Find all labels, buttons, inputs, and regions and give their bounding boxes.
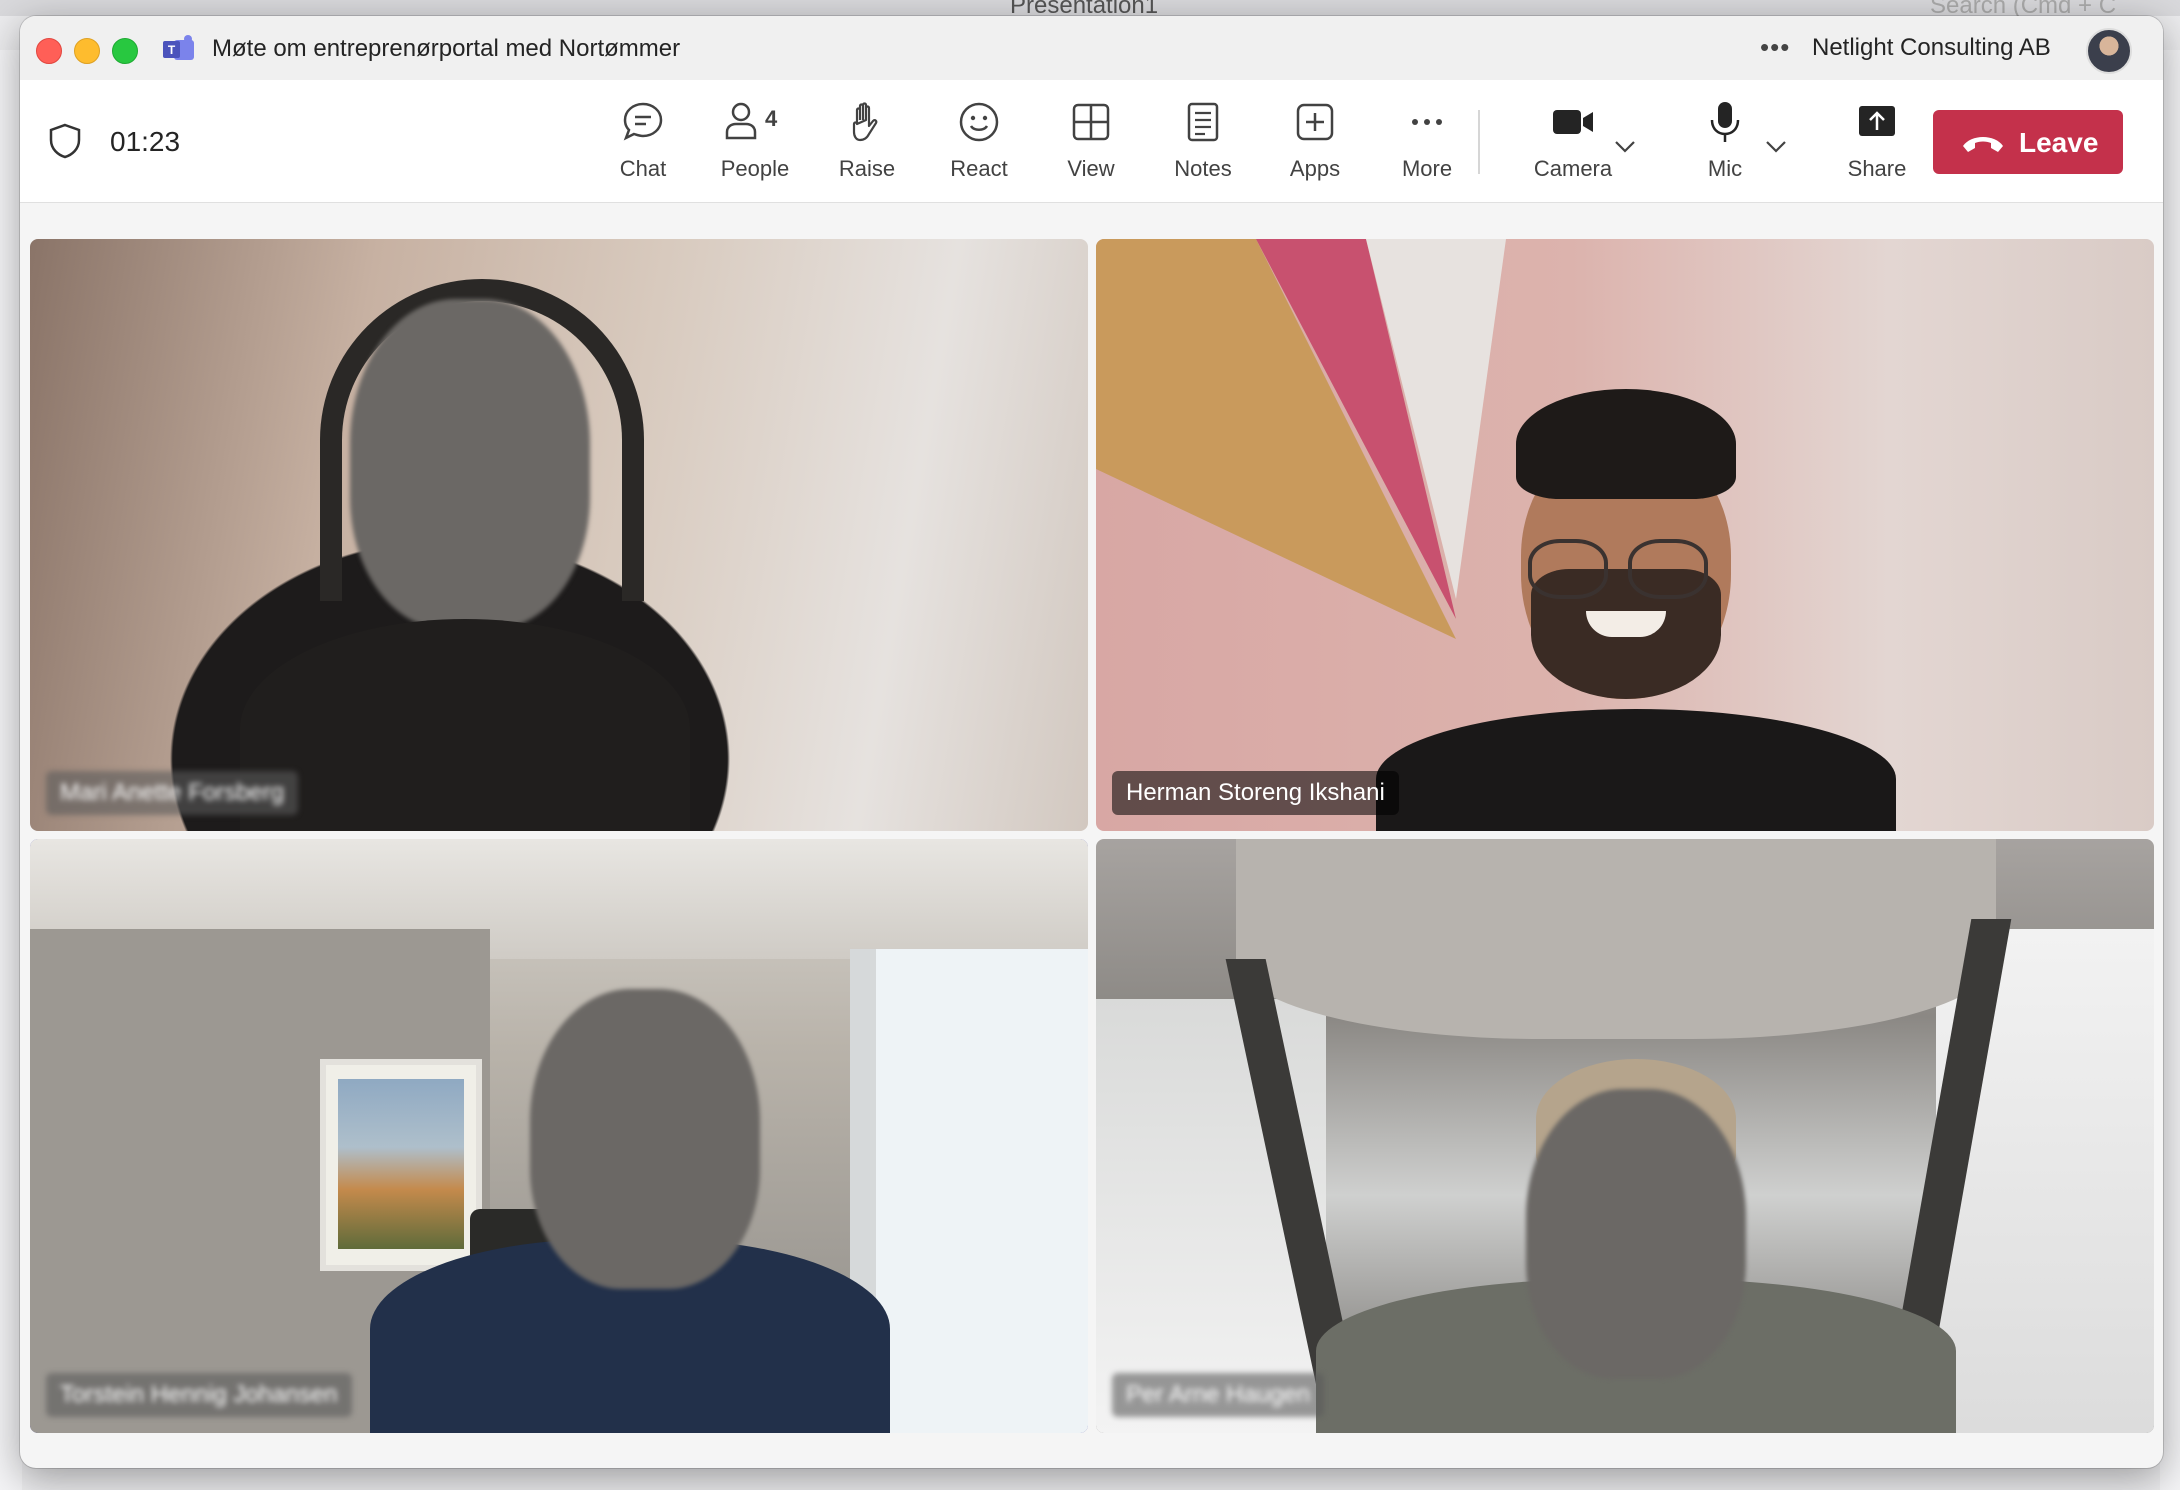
participant-body [1376,709,1896,831]
camera-options-chevron-icon[interactable] [1612,136,1638,156]
shield-icon[interactable] [48,122,82,160]
more-button[interactable]: More [1377,100,1477,190]
participant-name-tag: Herman Storeng Ikshani [1112,771,1399,815]
background-right-panel [2160,50,2180,1490]
more-dots-icon [1412,119,1442,125]
share-screen-icon [1859,106,1895,136]
chat-icon [623,102,663,141]
teams-logo-icon: T [163,35,194,60]
mic-options-chevron-icon[interactable] [1763,136,1789,156]
react-label: React [950,156,1008,181]
apps-label: Apps [1289,156,1341,181]
mic-button[interactable]: Mic [1675,100,1775,190]
participant-name: Torstein Hennig Johansen [60,1381,338,1408]
notes-icon [1187,102,1219,142]
participant-name: Herman Storeng Ikshani [1126,779,1385,806]
minimize-window-button[interactable] [74,38,100,64]
acoustic-wall-panels [1096,239,1506,639]
blurred-face [350,299,590,629]
user-avatar[interactable] [2086,28,2132,74]
toolbar-divider [1478,110,1480,174]
notes-label: Notes [1174,156,1232,181]
view-button[interactable]: View [1041,100,1141,190]
blurred-face [530,989,760,1289]
participant-video-tile-active[interactable]: Torstein Hennig Johansen [30,839,1088,1433]
close-window-button[interactable] [36,38,62,64]
window-titlebar: T Møte om entreprenørportal med Nortømme… [20,16,2163,81]
people-label: People [720,156,790,181]
apps-button[interactable]: Apps [1265,100,1365,190]
leave-button[interactable]: Leave [1933,110,2123,174]
maximize-window-button[interactable] [112,38,138,64]
share-label: Share [1847,156,1907,181]
more-options-icon[interactable]: ••• [1760,32,1790,63]
participant-name-tag: Per Arne Haugen [1112,1373,1325,1417]
smiley-icon [959,102,999,142]
raise-hand-icon [852,102,878,142]
participant-video-tile[interactable]: Mari Anette Forsberg [30,239,1088,831]
participant-name-tag: Torstein Hennig Johansen [46,1373,352,1417]
glasses-left-lens [1528,539,1608,599]
participant-hair [1516,389,1736,499]
participant-video-tile[interactable]: Herman Storeng Ikshani [1096,239,2154,831]
raise-label: Raise [838,156,896,181]
camera-label: Camera [1533,156,1613,181]
hang-up-icon [1963,137,2003,152]
leave-label: Leave [2019,127,2099,158]
chat-button[interactable]: Chat [593,100,693,190]
react-button[interactable]: React [929,100,1029,190]
background-left-panel [0,50,22,1490]
microphone-icon [1710,102,1740,142]
chat-label: Chat [619,156,667,181]
camera-icon [1553,110,1593,134]
wall-painting [320,1059,482,1271]
people-count-badge: 4 [765,106,778,131]
organization-name[interactable]: Netlight Consulting AB [1812,34,2051,62]
share-button[interactable]: Share [1827,100,1927,190]
participant-name: Mari Anette Forsberg [60,779,285,806]
svg-text:T: T [168,43,176,57]
painting-landscape [338,1079,464,1249]
people-button[interactable]: 4 People [705,100,805,190]
participant-video-tile[interactable]: Per Arne Haugen [1096,839,2154,1433]
grid-view-icon [1072,103,1110,141]
raise-hand-button[interactable]: Raise [817,100,917,190]
people-icon [725,102,757,140]
more-label: More [1401,156,1453,181]
participant-name: Per Arne Haugen [1126,1381,1311,1408]
participant-name-tag: Mari Anette Forsberg [46,771,299,815]
teams-meeting-window: T Møte om entreprenørportal med Nortømme… [20,16,2163,1468]
view-label: View [1067,156,1115,181]
cab-roof [1236,839,1996,1039]
meeting-timer: 01:23 [110,126,181,157]
camera-button[interactable]: Camera [1523,100,1623,190]
meeting-title: Møte om entreprenørportal med Nortømmer [212,35,681,62]
add-app-icon [1296,103,1334,141]
blurred-face [1526,1089,1746,1379]
mic-label: Mic [1707,156,1743,181]
meeting-toolbar: 01:23 Chat 4 People Raise React View Not… [20,80,2163,203]
notes-button[interactable]: Notes [1153,100,1253,190]
glasses-right-lens [1628,539,1708,599]
participant-body [240,619,690,831]
